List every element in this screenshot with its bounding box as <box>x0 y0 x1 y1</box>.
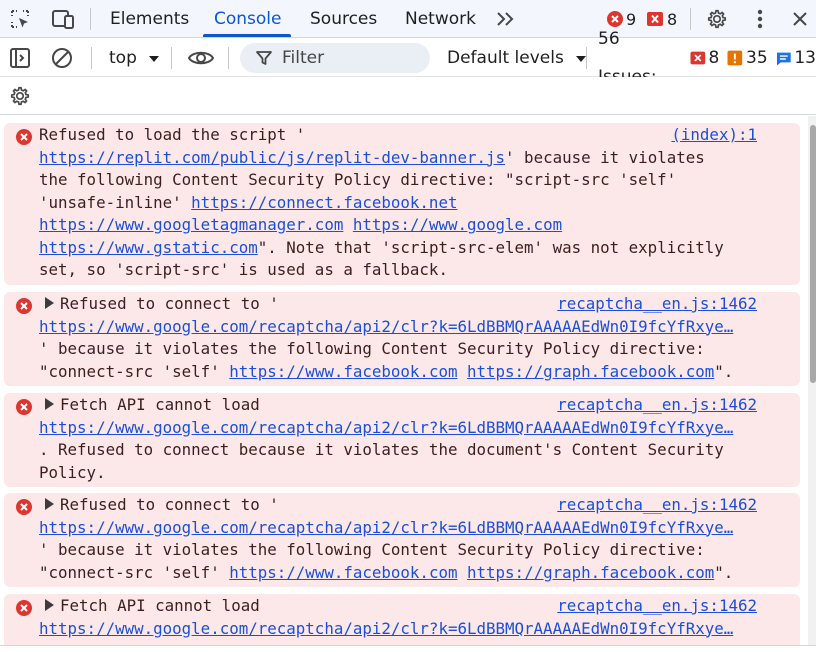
divider <box>90 8 91 30</box>
more-tabs-chevron-icon[interactable] <box>493 7 517 31</box>
inspect-element-icon[interactable] <box>8 7 32 31</box>
console-error-message[interactable]: recaptcha__en.js:1462 Refused to connect… <box>4 493 800 587</box>
csp-url-link[interactable]: https://www.google.com <box>353 215 562 234</box>
active-tab-indicator <box>203 34 291 37</box>
settings-gear-icon[interactable] <box>705 7 729 31</box>
error-icon <box>16 499 32 515</box>
console-settings-gear-icon[interactable] <box>9 85 31 111</box>
tab-console[interactable]: Console <box>214 0 282 38</box>
console-error-message[interactable]: recaptcha__en.js:1462 Fetch API cannot l… <box>4 594 800 652</box>
filter-box <box>240 43 430 73</box>
issue-warning-icon <box>727 50 743 66</box>
console-messages: (index):1 Refused to load the script ' h… <box>0 116 816 652</box>
request-url-link[interactable]: https://www.google.com/recaptcha/api2/cl… <box>39 619 733 638</box>
message-body: Fetch API cannot load https://www.google… <box>39 395 734 482</box>
more-options-icon[interactable] <box>748 7 772 31</box>
tab-elements[interactable]: Elements <box>110 0 189 38</box>
console-toolbar-row2 <box>0 77 816 115</box>
csp-url-link[interactable]: https://www.gstatic.com <box>39 238 258 257</box>
console-scrollbar-thumb[interactable] <box>810 125 816 383</box>
divider <box>171 47 172 69</box>
request-url-link[interactable]: https://www.google.com/recaptcha/api2/cl… <box>39 418 733 437</box>
csp-url-link[interactable]: https://graph.facebook.com <box>467 563 714 582</box>
message-body: Refused to load the script ' https://rep… <box>39 125 724 279</box>
device-toolbar-icon[interactable] <box>51 7 75 31</box>
close-icon[interactable] <box>788 7 812 31</box>
error-icon <box>16 298 32 314</box>
devtools-tabbar: Elements Console Sources Network 9 8 <box>0 0 816 38</box>
expand-triangle-icon[interactable] <box>45 498 54 510</box>
request-url-link[interactable]: https://www.google.com/recaptcha/api2/cl… <box>39 317 733 336</box>
divider <box>228 47 229 69</box>
error-icon <box>16 129 32 145</box>
expand-triangle-icon[interactable] <box>45 599 54 611</box>
csp-url-link[interactable]: https://www.googletagmanager.com <box>39 215 343 234</box>
divider <box>690 8 691 30</box>
context-selector[interactable]: top <box>109 39 160 77</box>
log-levels-dropdown[interactable]: Default levels <box>447 39 587 77</box>
csp-url-link[interactable]: https://www.facebook.com <box>229 362 457 381</box>
clear-console-icon[interactable] <box>51 47 73 73</box>
console-error-message[interactable]: (index):1 Refused to load the script ' h… <box>4 123 800 285</box>
csp-url-link[interactable]: https://www.facebook.com <box>229 563 457 582</box>
error-icon <box>16 399 32 415</box>
issues-button[interactable]: 56 Issues: 8 35 13 <box>598 29 816 87</box>
divider <box>91 47 92 69</box>
filter-icon <box>256 51 272 65</box>
expand-triangle-icon[interactable] <box>45 398 54 410</box>
dropdown-arrow-icon <box>149 56 160 62</box>
divider <box>586 47 587 69</box>
message-body: Refused to connect to ' https://www.goog… <box>39 495 734 582</box>
tab-sources[interactable]: Sources <box>310 0 377 38</box>
request-url-link[interactable]: https://www.google.com/recaptcha/api2/cl… <box>39 518 733 537</box>
csp-url-link[interactable]: https://connect.facebook.net <box>191 193 457 212</box>
console-error-message[interactable]: recaptcha__en.js:1462 Fetch API cannot l… <box>4 393 800 487</box>
console-toolbar: top Default levels 56 Issues: 8 35 13 <box>0 29 816 87</box>
issue-error-icon <box>690 51 706 65</box>
console-error-message[interactable]: recaptcha__en.js:1462 Refused to connect… <box>4 292 800 386</box>
csp-url-link[interactable]: https://graph.facebook.com <box>467 362 714 381</box>
live-expression-eye-icon[interactable] <box>187 49 215 71</box>
console-bottom-border <box>0 645 816 652</box>
message-body: Refused to connect to ' https://www.goog… <box>39 294 734 381</box>
issue-info-icon <box>776 52 791 65</box>
filter-input[interactable] <box>282 43 422 73</box>
message-body: Fetch API cannot load https://www.google… <box>39 596 734 638</box>
expand-triangle-icon[interactable] <box>45 297 54 309</box>
error-icon <box>16 600 32 616</box>
script-url-link[interactable]: https://replit.com/public/js/replit-dev-… <box>39 148 505 167</box>
sidebar-toggle-icon[interactable] <box>9 47 31 73</box>
tab-network[interactable]: Network <box>405 0 476 38</box>
